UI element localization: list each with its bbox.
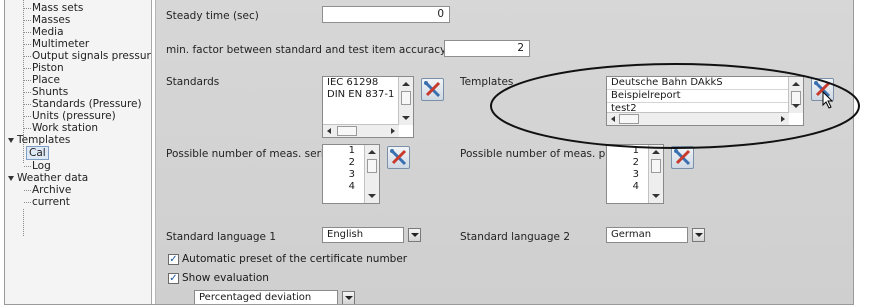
vertical-scrollbar[interactable]	[788, 77, 803, 113]
tools-icon	[390, 149, 407, 166]
min-factor-label: min. factor between standard and test it…	[166, 44, 447, 56]
settings-panel: Steady time (sec) 0 min. factor between …	[155, 0, 853, 304]
horizontal-scrollbar[interactable]	[323, 124, 399, 137]
tree-item-log[interactable]: Log	[24, 160, 51, 172]
list-item[interactable]: Deutsche Bahn DAkkS	[607, 77, 803, 90]
tree-item-archive[interactable]: Archive	[24, 184, 71, 196]
navigation-tree: Mass sets Masses Media Multimeter Output…	[5, 0, 152, 304]
tree-item-output-signals[interactable]: Output signals pressur	[24, 50, 151, 62]
tree-item-masses[interactable]: Masses	[24, 14, 70, 26]
tree-item-standards-pressure[interactable]: Standards (Pressure)	[24, 98, 142, 110]
tree-item-shunts[interactable]: Shunts	[24, 86, 68, 98]
language1-label: Standard language 1	[166, 231, 277, 243]
tree-item-units-pressure[interactable]: Units (pressure)	[24, 110, 116, 122]
tools-icon	[424, 81, 441, 98]
language2-select[interactable]: German	[606, 227, 688, 243]
scroll-left-icon[interactable]	[611, 116, 615, 122]
language2-label: Standard language 2	[460, 231, 571, 243]
scroll-right-icon[interactable]	[391, 128, 395, 134]
scroll-thumb[interactable]	[337, 126, 357, 136]
series-edit-button[interactable]	[387, 146, 410, 169]
auto-preset-checkbox[interactable]: ✓	[168, 254, 179, 265]
mouse-pointer-icon	[822, 91, 834, 109]
tree-item-templates[interactable]: Templates	[8, 134, 70, 146]
series-listbox[interactable]: 1 2 3 4	[322, 144, 380, 204]
scroll-left-icon[interactable]	[327, 128, 331, 134]
standards-label: Standards	[166, 76, 220, 88]
vertical-scrollbar[interactable]	[398, 77, 413, 125]
chevron-down-icon[interactable]	[342, 291, 355, 304]
tree-item-current[interactable]: current	[24, 196, 70, 208]
scroll-down-icon[interactable]	[368, 194, 376, 198]
tree-item-weather-data[interactable]: Weather data	[8, 172, 88, 184]
vertical-scrollbar[interactable]	[364, 145, 379, 203]
standards-listbox[interactable]: IEC 61298 DIN EN 837-1	[322, 76, 414, 138]
auto-preset-label: Automatic preset of the certificate numb…	[182, 253, 408, 265]
tree-connector	[23, 209, 24, 236]
tree-item-place[interactable]: Place	[24, 74, 60, 86]
tree-item-media[interactable]: Media	[24, 26, 64, 38]
language1-select[interactable]: English	[322, 227, 404, 243]
scroll-down-icon[interactable]	[402, 116, 410, 120]
list-item[interactable]: Beispielreport	[607, 90, 803, 103]
scroll-up-icon[interactable]	[402, 82, 410, 86]
scroll-up-icon[interactable]	[652, 150, 660, 154]
vertical-scrollbar[interactable]	[648, 145, 663, 203]
chevron-down-icon[interactable]	[408, 228, 421, 242]
points-listbox[interactable]: 1 2 3 4	[606, 144, 664, 204]
tree-item-work-station[interactable]: Work station	[24, 122, 98, 134]
expand-arrow-icon[interactable]	[8, 137, 14, 143]
points-edit-button[interactable]	[671, 146, 694, 169]
scroll-thumb[interactable]	[367, 159, 377, 173]
scroll-right-icon[interactable]	[781, 116, 785, 122]
templates-label: Templates	[460, 76, 514, 88]
scroll-thumb[interactable]	[651, 159, 661, 173]
show-evaluation-checkbox[interactable]: ✓	[168, 273, 179, 284]
series-label: Possible number of meas. series	[166, 148, 336, 160]
templates-listbox[interactable]: Deutsche Bahn DAkkS Beispielreport test2	[606, 76, 804, 126]
chevron-down-icon[interactable]	[692, 228, 705, 242]
tools-icon	[674, 149, 691, 166]
tree-item-piston[interactable]: Piston	[24, 62, 64, 74]
tree-item-multimeter[interactable]: Multimeter	[24, 38, 89, 50]
steady-time-label: Steady time (sec)	[166, 10, 259, 22]
scroll-down-icon[interactable]	[792, 104, 800, 108]
horizontal-scrollbar[interactable]	[607, 112, 789, 125]
tree-item-mass-sets[interactable]: Mass sets	[24, 2, 83, 14]
deviation-select[interactable]: Percentaged deviation	[194, 290, 338, 304]
tree-item-cal[interactable]: Cal	[26, 146, 49, 160]
scroll-up-icon[interactable]	[792, 82, 800, 86]
scroll-thumb[interactable]	[401, 91, 411, 105]
scroll-down-icon[interactable]	[652, 194, 660, 198]
standards-edit-button[interactable]	[421, 78, 444, 101]
scroll-thumb[interactable]	[791, 91, 801, 105]
expand-arrow-icon[interactable]	[8, 175, 14, 181]
show-evaluation-label: Show evaluation	[182, 272, 269, 284]
steady-time-field[interactable]: 0	[322, 6, 450, 23]
min-factor-field[interactable]: 2	[444, 40, 530, 57]
scroll-up-icon[interactable]	[368, 150, 376, 154]
scroll-thumb[interactable]	[619, 114, 639, 124]
app-window: Mass sets Masses Media Multimeter Output…	[4, 0, 854, 305]
